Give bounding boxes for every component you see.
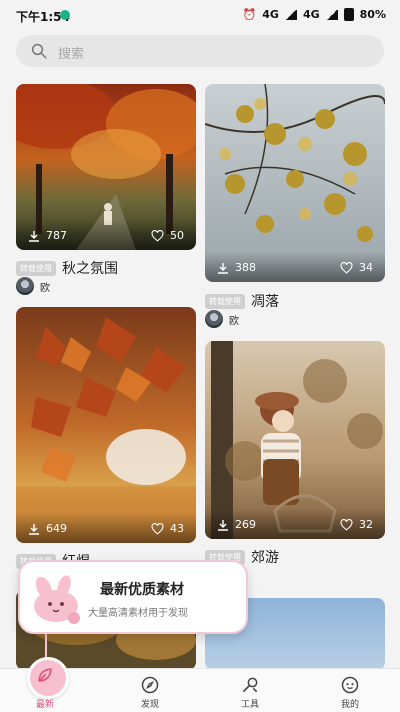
- card-title: 凋落: [251, 294, 279, 310]
- download-value: 269: [235, 518, 256, 531]
- tab-label: 我的: [340, 700, 359, 710]
- author-name: 欧: [229, 315, 239, 327]
- compass-icon: [141, 676, 159, 694]
- download-count: 649: [28, 522, 67, 535]
- tab-discover[interactable]: 发现: [115, 669, 185, 712]
- profile-icon: [341, 676, 359, 694]
- like-value: 50: [170, 229, 184, 242]
- alarm-icon: ⏰: [242, 8, 257, 21]
- download-count: 388: [217, 261, 256, 274]
- bottom-tab-bar: 最新 发现 工具 我的: [0, 657, 400, 712]
- network-1-label: 4G: [262, 8, 279, 21]
- download-icon: [29, 230, 39, 242]
- like-count[interactable]: 43: [151, 522, 184, 535]
- download-count: 787: [28, 229, 67, 242]
- network-2-label: 4G: [302, 8, 320, 21]
- card-tag: 转载使用: [205, 293, 245, 309]
- heart-icon: [340, 261, 353, 274]
- like-value: 43: [170, 522, 184, 535]
- signal-2-icon: [325, 9, 338, 20]
- download-value: 787: [46, 229, 67, 242]
- search-input[interactable]: 搜索: [16, 35, 384, 67]
- avatar: [205, 310, 223, 328]
- promo-popup[interactable]: 最新优质素材 大量高清素材用于发现: [18, 560, 248, 634]
- card-stats: 649 43: [16, 513, 196, 543]
- card-stats: 269 32: [205, 509, 385, 539]
- like-value: 34: [359, 261, 373, 274]
- author-name: 欧: [40, 282, 50, 294]
- signal-1-icon: [284, 9, 297, 20]
- card-title: 郊游: [251, 550, 279, 566]
- search-placeholder: 搜索: [58, 47, 85, 62]
- like-count[interactable]: 32: [340, 518, 373, 531]
- heart-icon: [151, 522, 164, 535]
- download-icon: [218, 262, 228, 274]
- battery-icon: [343, 8, 354, 21]
- popup-subtitle: 大量高清素材用于发现: [88, 608, 188, 619]
- mascot-icon: [34, 575, 80, 624]
- card-1-title-row: 转载使用 秋之氛围: [16, 258, 118, 278]
- card-title: 秋之氛围: [62, 261, 118, 277]
- heart-icon: [340, 518, 353, 531]
- tab-label: 最新: [35, 700, 54, 710]
- card-1-author[interactable]: 欧: [16, 277, 50, 295]
- tools-icon: [242, 677, 258, 693]
- download-value: 388: [235, 261, 256, 274]
- download-count: 269: [217, 518, 256, 531]
- card-stats: 388 34: [205, 252, 385, 282]
- popup-title: 最新优质素材: [100, 582, 184, 598]
- like-count[interactable]: 34: [340, 261, 373, 274]
- tab-label: 工具: [240, 700, 259, 710]
- like-value: 32: [359, 518, 373, 531]
- photo-card-1[interactable]: 787 50: [16, 84, 196, 250]
- card-tag: 转载使用: [16, 260, 56, 276]
- status-right: ⏰ 4G 4G 80%: [243, 8, 386, 21]
- tab-latest[interactable]: 最新: [10, 657, 80, 712]
- battery-percent: 80%: [359, 8, 386, 21]
- card-2-author[interactable]: 欧: [205, 310, 239, 328]
- card-image: [16, 307, 196, 543]
- search-icon: [31, 43, 47, 59]
- download-icon: [29, 523, 39, 535]
- avatar: [16, 277, 34, 295]
- heart-icon: [151, 229, 164, 242]
- like-count[interactable]: 50: [151, 229, 184, 242]
- photo-card-2[interactable]: 388 34: [205, 84, 385, 282]
- card-stats: 787 50: [16, 220, 196, 250]
- photo-card-3[interactable]: 649 43: [16, 307, 196, 543]
- card-2-title-row: 转载使用 凋落: [205, 291, 279, 311]
- status-bar: 下午1:54 ⏰ 4G 4G 80%: [0, 0, 400, 30]
- leaf-icon: [38, 668, 52, 682]
- tab-label: 发现: [140, 700, 159, 710]
- tab-tools[interactable]: 工具: [215, 669, 285, 712]
- download-value: 649: [46, 522, 67, 535]
- notification-shield-icon: [60, 10, 70, 20]
- tab-mine[interactable]: 我的: [315, 669, 385, 712]
- download-icon: [218, 519, 228, 531]
- photo-card-4[interactable]: 269 32: [205, 341, 385, 539]
